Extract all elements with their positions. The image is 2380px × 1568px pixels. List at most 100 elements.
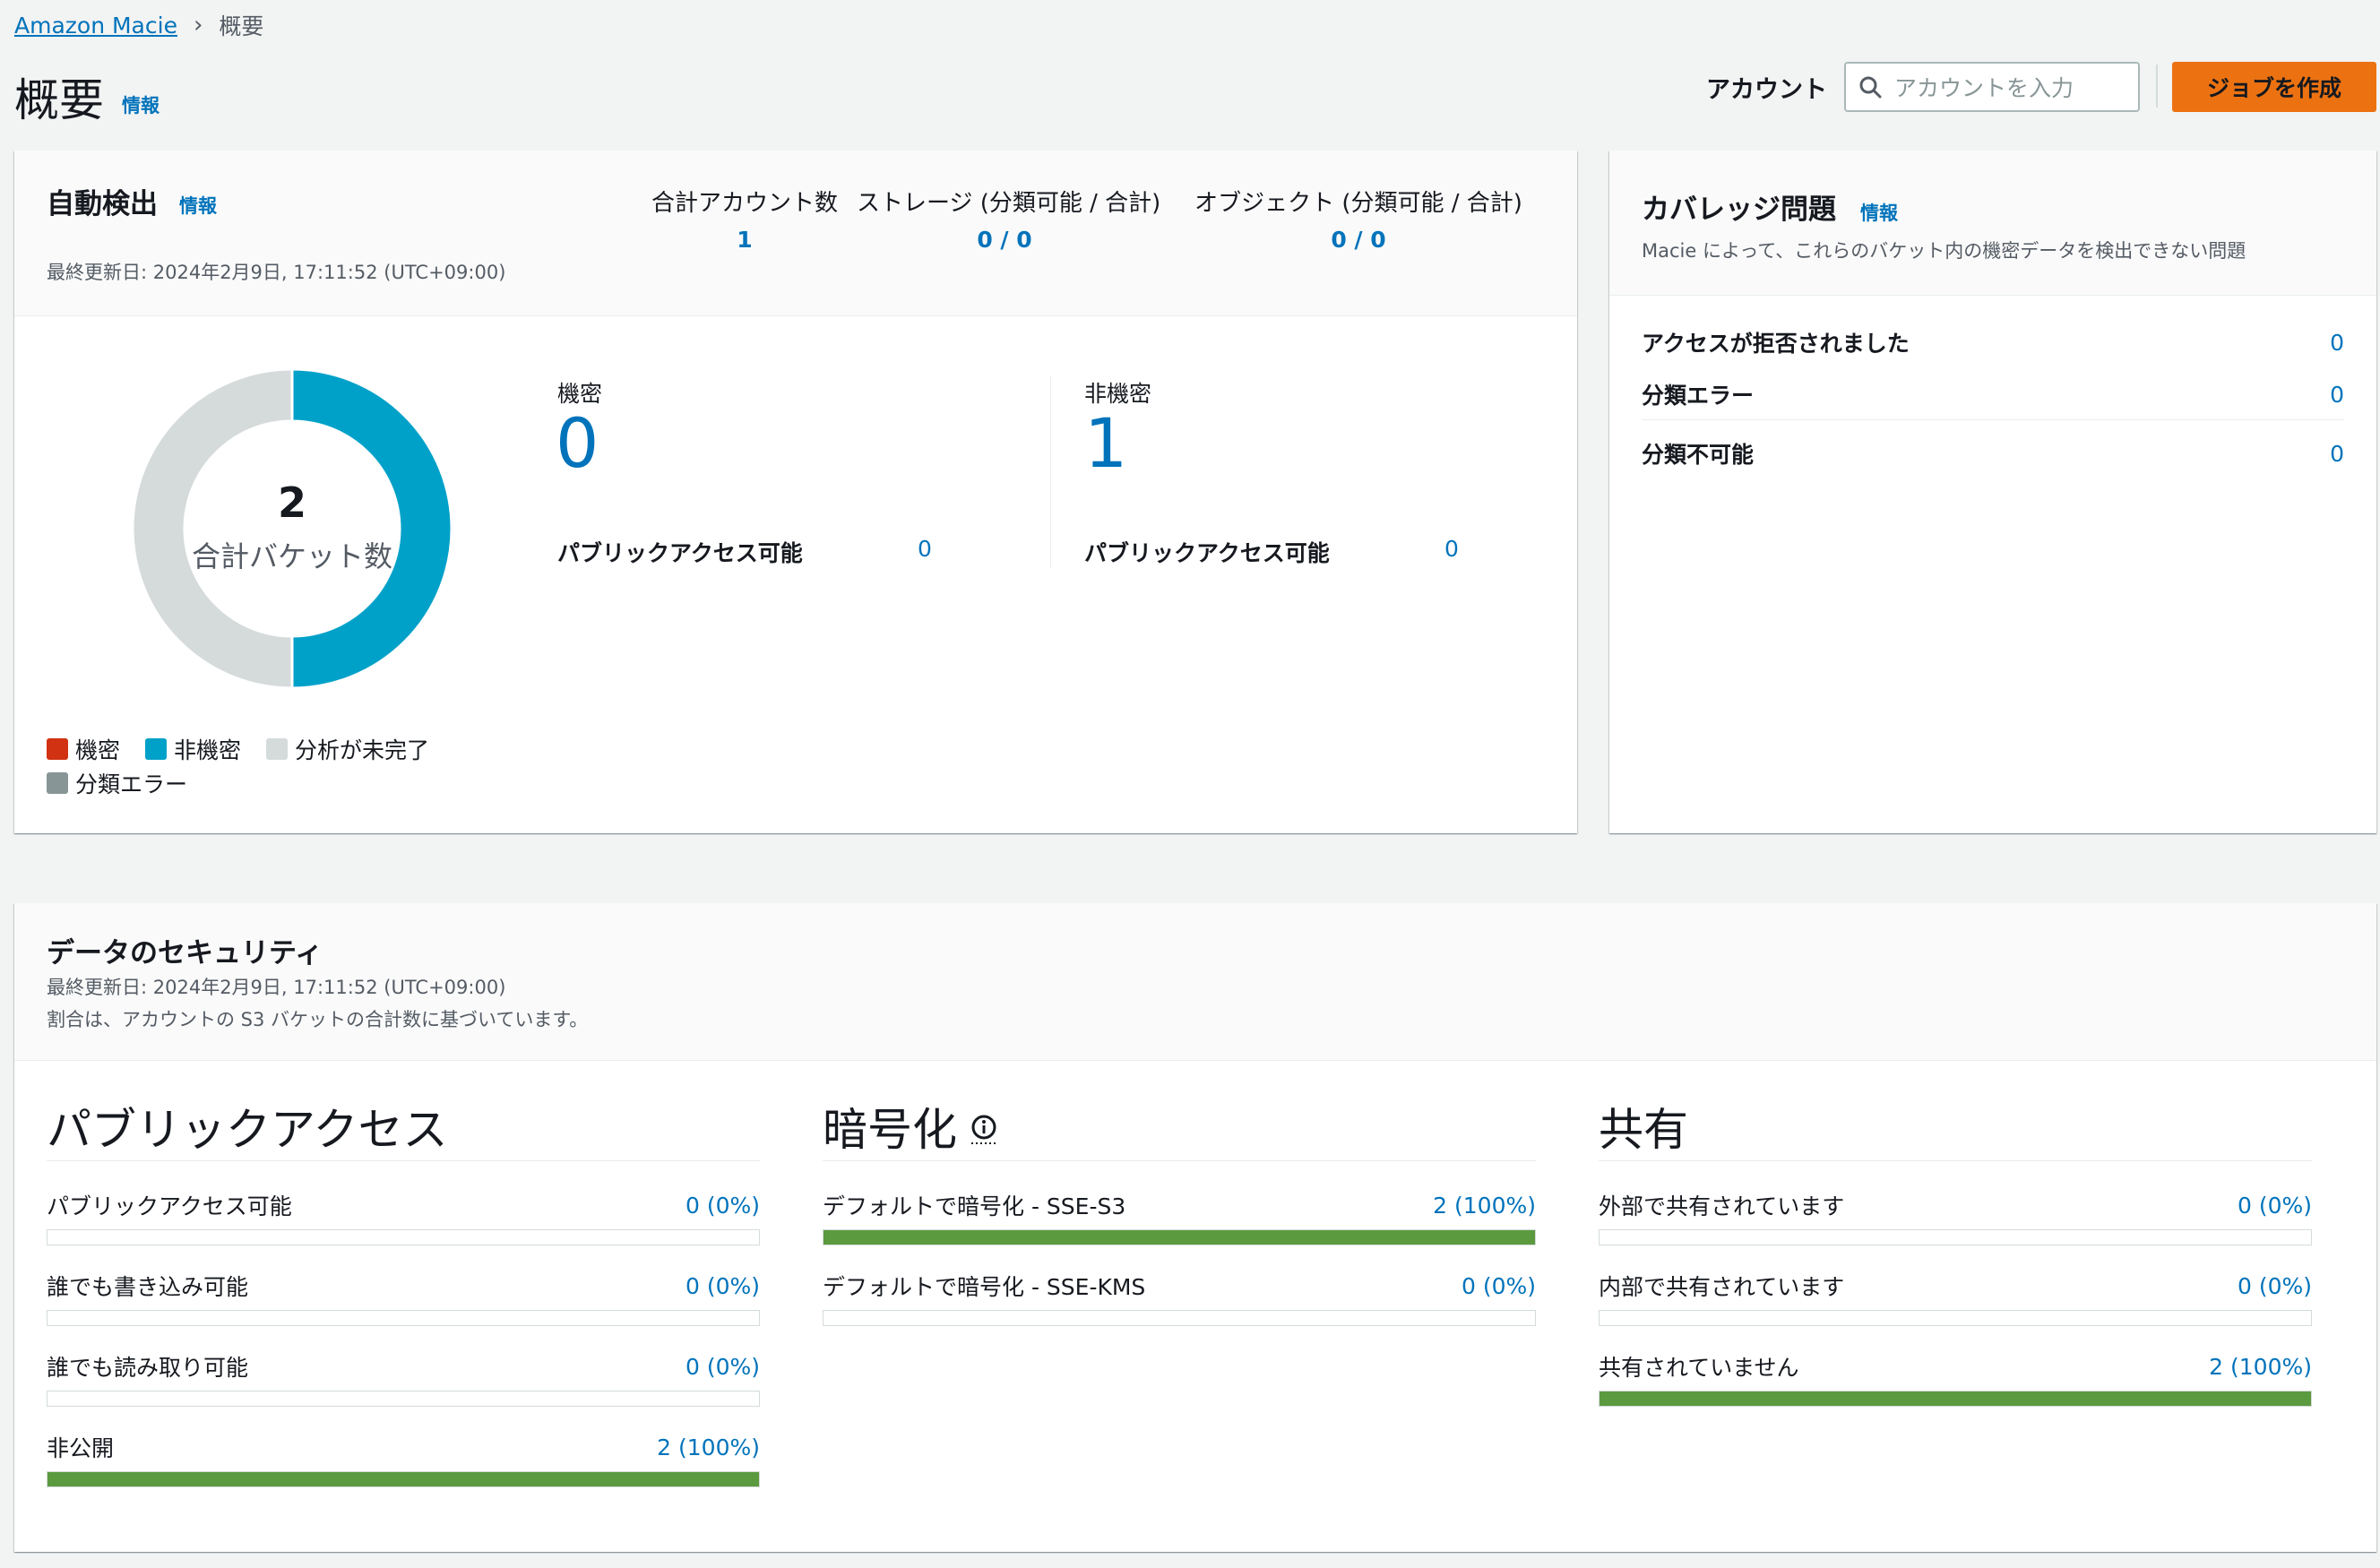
stat-accounts: 合計アカウント数 1 (642, 185, 848, 253)
metric-value[interactable]: 2 (100%) (1433, 1193, 1536, 1219)
stat-value[interactable]: 0 / 0 (1188, 227, 1529, 253)
metric-bar (47, 1391, 760, 1407)
metric-label: 誰でも書き込み可能 (47, 1274, 249, 1300)
sensitive-divider (1050, 376, 1051, 568)
metric-value[interactable]: 0 (0%) (2238, 1193, 2312, 1219)
legend-swatch (145, 738, 168, 760)
legend-label: 分類エラー (75, 771, 188, 797)
donut-legend: 機密 非機密 分析が未完了 (47, 733, 429, 765)
account-search-input[interactable]: アカウントを入力 (1844, 62, 2140, 112)
encryption-column: 暗号化 デフォルトで暗号化 - SSE-S3 2 (100%) デフォルトで暗号化… (823, 1091, 1536, 1326)
metric-label: 外部で共有されています (1599, 1193, 1845, 1219)
auto-discovery-last-updated: 最終更新日: 2024年2月9日, 17:11:52 (UTC+09:00) (47, 262, 506, 283)
stat-label: オブジェクト (分類可能 / 合計) (1194, 190, 1522, 217)
metric-label: デフォルトで暗号化 - SSE-S3 (823, 1193, 1126, 1219)
metric-public-writable: 誰でも書き込み可能 0 (0%) (47, 1272, 760, 1326)
coverage-row-classification-error: 分類エラー 0 (1642, 378, 2344, 410)
metric-label: デフォルトで暗号化 - SSE-KMS (823, 1274, 1146, 1300)
data-security-panel: データのセキュリティ 最終更新日: 2024年2月9日, 17:11:52 (U… (14, 903, 2376, 1552)
coverage-row-unclassifiable: 分類不可能 0 (1642, 437, 2344, 470)
metric-sse-s3: デフォルトで暗号化 - SSE-S3 2 (100%) (823, 1192, 1536, 1245)
auto-discovery-title: 自動検出 (47, 188, 158, 220)
sensitive-public-label: パブリックアクセス可能 (557, 540, 803, 566)
legend-item-sensitive: 機密 (47, 733, 120, 765)
metric-value[interactable]: 0 (0%) (2238, 1273, 2312, 1299)
metric-value[interactable]: 0 (0%) (1462, 1273, 1536, 1299)
auto-discovery-panel: 自動検出 情報 最終更新日: 2024年2月9日, 17:11:52 (UTC+… (14, 151, 1577, 833)
donut-segment-1[interactable] (131, 367, 294, 690)
data-security-last-updated: 最終更新日: 2024年2月9日, 17:11:52 (UTC+09:00) (47, 977, 506, 998)
stat-objects: オブジェクト (分類可能 / 合計) 0 / 0 (1188, 185, 1529, 253)
legend-swatch (266, 738, 289, 760)
metric-label: 内部で共有されています (1599, 1274, 1845, 1300)
legend-item-non-sensitive: 非機密 (145, 733, 241, 765)
coverage-row-value[interactable]: 0 (2330, 330, 2344, 356)
non-sensitive-public-label: パブリックアクセス可能 (1084, 540, 1330, 566)
metric-label: 非公開 (47, 1435, 115, 1461)
data-security-header: データのセキュリティ 最終更新日: 2024年2月9日, 17:11:52 (U… (14, 903, 2376, 1061)
coverage-header: カバレッジ問題 情報 Macie によって、これらのバケット内の機密データを検出… (1609, 151, 2376, 296)
breadcrumb-current: 概要 (219, 13, 264, 39)
stat-value[interactable]: 1 (642, 227, 848, 253)
stat-value[interactable]: 0 / 0 (857, 227, 1152, 253)
metric-bar (1599, 1391, 2312, 1407)
metric-bar-fill (47, 1472, 759, 1486)
create-job-button[interactable]: ジョブを作成 (2172, 62, 2376, 112)
donut-total: 2 (277, 478, 306, 527)
metric-bar (47, 1471, 760, 1487)
page-title: 概要 (14, 74, 104, 126)
coverage-description: Macie によって、これらのバケット内の機密データを検出できない問題 (1642, 240, 2246, 262)
page-info-link[interactable]: 情報 (122, 91, 160, 118)
legend-label: 機密 (75, 737, 121, 763)
metric-shared-external: 外部で共有されています 0 (0%) (1599, 1192, 2312, 1245)
metric-bar (1599, 1229, 2312, 1245)
metric-public-readable: 誰でも読み取り可能 0 (0%) (47, 1353, 760, 1407)
metric-bar-fill (1600, 1391, 2311, 1406)
metric-value[interactable]: 0 (0%) (686, 1354, 760, 1380)
coverage-panel: カバレッジ問題 情報 Macie によって、これらのバケット内の機密データを検出… (1609, 151, 2376, 833)
metric-value[interactable]: 0 (0%) (686, 1193, 760, 1219)
donut-legend-row2: 分類エラー (47, 767, 187, 799)
breadcrumb-link-macie[interactable]: Amazon Macie (14, 13, 177, 39)
account-input-placeholder: アカウントを入力 (1894, 75, 2074, 101)
header-divider (2156, 65, 2158, 108)
metric-public-accessible: パブリックアクセス可能 0 (0%) (47, 1192, 760, 1245)
coverage-row-label: 分類エラー (1642, 383, 1755, 409)
coverage-row-label: アクセスが拒否されました (1642, 331, 1910, 357)
non-sensitive-count[interactable]: 1 (1084, 403, 1127, 483)
donut-total-label: 合計バケット数 (191, 539, 392, 573)
account-label: アカウント (1706, 76, 1827, 104)
donut-segment-0[interactable] (290, 367, 453, 690)
stat-label: 合計アカウント数 (651, 190, 838, 217)
non-sensitive-public-value[interactable]: 0 (1444, 536, 1459, 562)
info-circle-icon[interactable] (970, 1113, 998, 1145)
coverage-row-value[interactable]: 0 (2330, 441, 2344, 467)
public-access-column: パブリックアクセス パブリックアクセス可能 0 (0%) 誰でも書き込み可能 0 (… (47, 1091, 760, 1487)
metric-not-shared: 共有されていません 2 (100%) (1599, 1353, 2312, 1407)
metric-value[interactable]: 2 (100%) (2209, 1354, 2312, 1380)
encryption-title-row: 暗号化 (823, 1091, 1536, 1161)
auto-discovery-info-link[interactable]: 情報 (179, 192, 217, 219)
sensitive-count[interactable]: 0 (556, 403, 599, 483)
metric-value[interactable]: 2 (100%) (657, 1434, 760, 1460)
legend-label: 非機密 (174, 737, 242, 763)
sharing-column: 共有 外部で共有されています 0 (0%) 内部で共有されています 0 (0%) 共… (1599, 1091, 2312, 1407)
metric-shared-internal: 内部で共有されています 0 (0%) (1599, 1272, 2312, 1326)
legend-label: 分析が未完了 (295, 737, 430, 763)
metric-label: 誰でも読み取り可能 (47, 1355, 249, 1381)
sharing-title: 共有 (1599, 1091, 2312, 1161)
metric-private: 非公開 2 (100%) (47, 1434, 760, 1487)
search-icon (1859, 76, 1882, 99)
bucket-donut-chart (131, 367, 453, 690)
metric-bar (823, 1310, 1536, 1326)
sensitive-public-value[interactable]: 0 (918, 536, 932, 562)
coverage-row-value[interactable]: 0 (2330, 382, 2344, 408)
legend-item-classification-error: 分類エラー (47, 767, 187, 799)
metric-bar (823, 1229, 1536, 1245)
coverage-info-link[interactable]: 情報 (1860, 199, 1898, 226)
stat-label: ストレージ (分類可能 / 合計) (857, 190, 1161, 217)
metric-bar-fill (824, 1230, 1535, 1245)
data-security-note: 割合は、アカウントの S3 バケットの合計数に基づいています。 (47, 1009, 589, 1030)
metric-value[interactable]: 0 (0%) (686, 1273, 760, 1299)
metric-label: 共有されていません (1599, 1355, 1799, 1381)
